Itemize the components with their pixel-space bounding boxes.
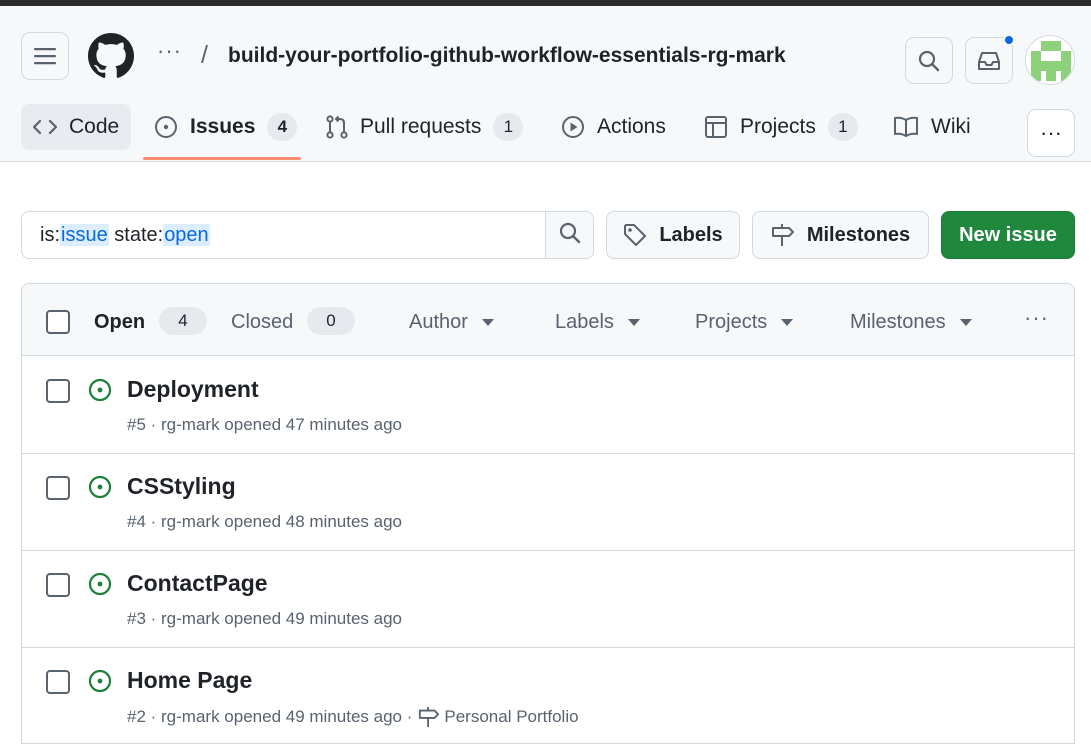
triangle-down-icon [959, 318, 972, 327]
labels-button-label: Labels [659, 223, 723, 246]
tab-pull-requests-count: 1 [493, 113, 524, 141]
search-icon [559, 222, 581, 249]
issue-meta: #2 · rg-mark opened 49 minutes ago · Per… [127, 706, 579, 728]
book-icon [893, 116, 919, 138]
milestones-filter-label: Milestones [850, 311, 946, 333]
issue-opened-icon [88, 475, 112, 499]
search-query: is:issue state:open [40, 224, 210, 247]
issue-milestone-link[interactable]: Personal Portfolio [444, 707, 578, 727]
issue-checkbox[interactable] [46, 379, 70, 403]
milestones-button[interactable]: Milestones [752, 211, 929, 259]
issue-opened-icon [88, 572, 112, 596]
notification-indicator [1003, 34, 1015, 46]
tab-issues[interactable]: Issues 4 [142, 104, 309, 150]
tab-issues-label: Issues [190, 115, 256, 138]
tab-wiki-label: Wiki [931, 115, 971, 138]
tag-icon [623, 223, 647, 247]
closed-count-badge: 0 [307, 307, 355, 335]
issue-meta: #4 · rg-mark opened 48 minutes ago [127, 512, 402, 532]
labels-filter-label: Labels [555, 311, 614, 333]
tab-pull-requests-label: Pull requests [360, 115, 482, 138]
search-submit-button[interactable] [545, 212, 593, 258]
issues-search-input[interactable]: is:issue state:open [21, 211, 594, 259]
issue-checkbox[interactable] [46, 573, 70, 597]
avatar[interactable] [1025, 35, 1075, 85]
issues-list-header: Open 4 Closed 0 Author Labels Projects M… [22, 284, 1074, 356]
search-icon [918, 50, 940, 72]
global-menu-button[interactable] [21, 32, 69, 80]
issue-row: CSStyling #4 · rg-mark opened 48 minutes… [22, 454, 1074, 551]
tab-code-label: Code [69, 115, 120, 138]
github-logo-icon[interactable] [88, 33, 134, 79]
triangle-down-icon [781, 318, 794, 327]
closed-filter[interactable]: Closed [231, 311, 293, 334]
tab-projects-label: Projects [740, 115, 816, 138]
hamburger-icon [34, 47, 56, 65]
search-qualifier-value: open [163, 224, 210, 246]
issue-row: Deployment #5 · rg-mark opened 47 minute… [22, 357, 1074, 454]
milestone-icon [771, 223, 795, 247]
tabs-overflow-button[interactable]: ··· [1027, 109, 1075, 157]
search-qualifier-value: issue [60, 224, 109, 246]
list-overflow-button[interactable]: ··· [1024, 305, 1049, 331]
new-issue-button[interactable]: New issue [941, 211, 1075, 259]
labels-filter-dropdown[interactable]: Labels [555, 311, 640, 334]
milestones-filter-dropdown[interactable]: Milestones [850, 311, 972, 334]
author-filter-dropdown[interactable]: Author [409, 311, 494, 334]
issue-meta: #3 · rg-mark opened 49 minutes ago [127, 609, 402, 629]
milestones-button-label: Milestones [806, 223, 911, 246]
inbox-icon [977, 51, 1001, 71]
code-icon [33, 118, 57, 136]
tab-projects[interactable]: Projects 1 [692, 104, 870, 150]
search-qualifier-key: is: [40, 224, 60, 246]
tab-code[interactable]: Code [21, 104, 132, 150]
search-qualifier-key: state: [108, 224, 164, 246]
issue-title-link[interactable]: Deployment [127, 376, 259, 403]
issue-checkbox[interactable] [46, 476, 70, 500]
git-pull-request-icon [326, 115, 348, 139]
repo-header: ··· / build-your-portfolio-github-workfl… [0, 6, 1091, 162]
table-icon [704, 115, 728, 139]
play-icon [561, 115, 585, 139]
tab-wiki[interactable]: Wiki [881, 104, 983, 150]
issues-list: Open 4 Closed 0 Author Labels Projects M… [21, 283, 1075, 744]
projects-filter-dropdown[interactable]: Projects [695, 311, 794, 334]
tab-actions[interactable]: Actions [549, 104, 678, 150]
triangle-down-icon [627, 318, 640, 327]
issue-opened-icon [88, 378, 112, 402]
open-count-badge: 4 [159, 307, 207, 335]
breadcrumb-separator: / [201, 41, 208, 69]
issue-row: ContactPage #3 · rg-mark opened 49 minut… [22, 551, 1074, 648]
issue-meta-text: #4 · rg-mark opened 48 minutes ago [127, 512, 402, 531]
open-filter[interactable]: Open [94, 311, 145, 334]
issue-checkbox[interactable] [46, 670, 70, 694]
issue-meta: #5 · rg-mark opened 47 minutes ago [127, 415, 402, 435]
issue-meta-text: #2 · rg-mark opened 49 minutes ago · [127, 707, 413, 726]
issue-opened-icon [88, 669, 112, 693]
projects-filter-label: Projects [695, 311, 768, 333]
repo-name-link[interactable]: build-your-portfolio-github-workflow-ess… [228, 44, 786, 68]
tab-projects-count: 1 [827, 113, 858, 141]
tab-actions-label: Actions [597, 115, 666, 138]
issue-row: Home Page #2 · rg-mark opened 49 minutes… [22, 648, 1074, 743]
labels-button[interactable]: Labels [606, 211, 740, 259]
breadcrumb-more[interactable]: ··· [157, 38, 182, 64]
issue-meta-text: #3 · rg-mark opened 49 minutes ago [127, 609, 402, 628]
issue-meta-text: #5 · rg-mark opened 47 minutes ago [127, 415, 402, 434]
issue-title-link[interactable]: CSStyling [127, 473, 236, 500]
issue-opened-icon [154, 115, 178, 139]
author-filter-label: Author [409, 311, 468, 333]
global-search-button[interactable] [905, 37, 953, 84]
tab-pull-requests[interactable]: Pull requests 1 [314, 104, 535, 150]
issue-title-link[interactable]: ContactPage [127, 570, 268, 597]
triangle-down-icon [481, 318, 494, 327]
issue-title-link[interactable]: Home Page [127, 667, 252, 694]
selected-tab-indicator [143, 157, 301, 160]
milestone-icon [418, 706, 440, 728]
select-all-checkbox[interactable] [46, 310, 70, 334]
tab-issues-count: 4 [267, 113, 298, 141]
